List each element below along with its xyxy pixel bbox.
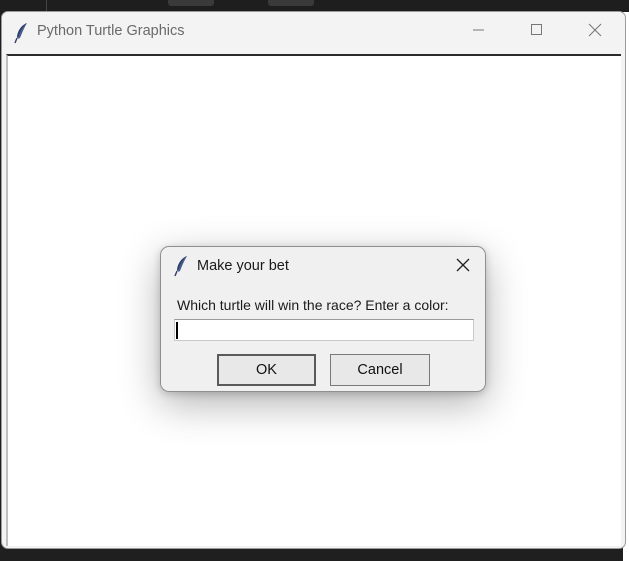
bet-dialog: Make your bet Which turtle will win the … [160, 246, 486, 392]
color-input[interactable] [174, 319, 474, 341]
background-tab [268, 0, 314, 6]
close-icon [456, 258, 470, 277]
feather-icon [174, 255, 190, 277]
minimize-button[interactable] [450, 12, 508, 52]
dialog-close-button[interactable] [446, 252, 480, 282]
close-button[interactable] [566, 12, 624, 52]
window-title: Python Turtle Graphics [37, 23, 185, 39]
dialog-prompt: Which turtle will win the race? Enter a … [177, 297, 449, 313]
cancel-button[interactable]: Cancel [330, 354, 430, 386]
minimize-icon [473, 23, 485, 41]
close-icon [588, 23, 602, 42]
background-tab [168, 0, 214, 6]
text-caret [176, 322, 178, 339]
maximize-button[interactable] [508, 12, 566, 52]
feather-icon [14, 22, 30, 44]
ok-button[interactable]: OK [217, 354, 316, 386]
window-titlebar[interactable]: Python Turtle Graphics [2, 12, 625, 54]
dialog-title: Make your bet [197, 258, 289, 274]
maximize-icon [531, 23, 543, 41]
